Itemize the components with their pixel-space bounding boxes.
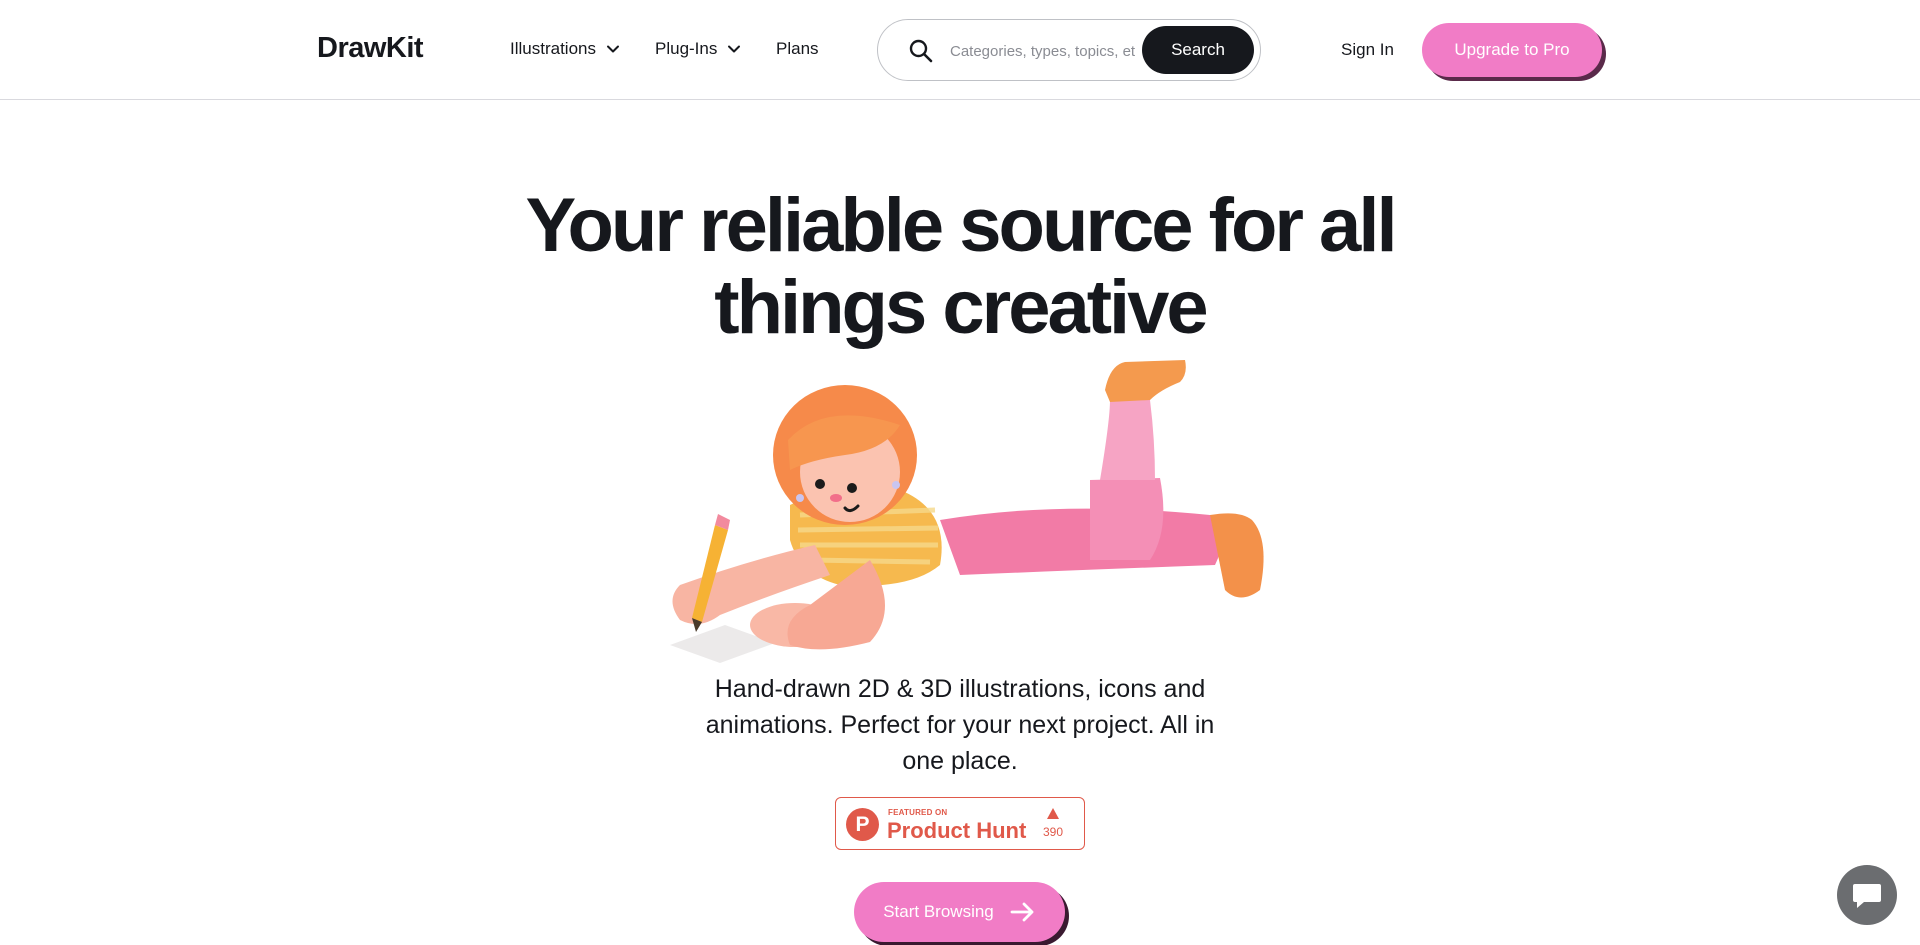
search-button[interactable]: Search — [1142, 26, 1254, 74]
chevron-down-icon — [728, 45, 741, 53]
search-icon — [909, 39, 933, 63]
chat-launcher-button[interactable] — [1837, 865, 1897, 925]
hero-title-line-2: things creative — [714, 265, 1208, 350]
chat-icon — [1853, 884, 1881, 908]
pants-lower-leg — [940, 508, 1222, 575]
site-header: DrawKit Illustrations Plug-Ins Plans Sea… — [0, 0, 1920, 100]
pants-raised-shin — [1100, 400, 1155, 480]
hero-title-line-1: Your reliable source for all — [525, 183, 1397, 268]
arrow-right-icon — [1010, 902, 1034, 922]
search-bar: Search — [877, 19, 1261, 81]
shoe-top — [1105, 360, 1186, 402]
product-hunt-vote-count: 390 — [1042, 825, 1064, 839]
hero-illustration — [670, 360, 1264, 663]
sign-in-link[interactable]: Sign In — [1341, 40, 1394, 60]
pants-raised-leg — [1090, 478, 1164, 560]
product-hunt-featured-label: FEATURED ON — [888, 808, 948, 817]
product-hunt-name: Product Hunt — [887, 818, 1027, 843]
search-input[interactable] — [950, 38, 1135, 64]
chevron-down-icon — [606, 45, 619, 53]
product-hunt-icon: P — [846, 808, 879, 841]
hero-title: Your reliable source for all things crea… — [0, 185, 1920, 349]
nav-illustrations[interactable]: Illustrations — [510, 39, 620, 59]
start-browsing-button[interactable]: Start Browsing — [854, 882, 1065, 942]
upgrade-to-pro-button[interactable]: Upgrade to Pro — [1422, 23, 1602, 77]
start-browsing-label: Start Browsing — [883, 902, 994, 921]
product-hunt-badge[interactable]: P FEATURED ON Product Hunt 390 — [835, 797, 1085, 850]
nav-plans[interactable]: Plans — [776, 39, 819, 59]
nav-label: Illustrations — [510, 39, 596, 58]
nav-label: Plans — [776, 39, 819, 58]
nav-plug-ins[interactable]: Plug-Ins — [655, 39, 741, 59]
hero-subtitle: Hand-drawn 2D & 3D illustrations, icons … — [705, 675, 1215, 775]
nav-label: Plug-Ins — [655, 39, 718, 58]
logo[interactable]: DrawKit — [317, 32, 424, 65]
triangle-up-icon — [1047, 808, 1059, 819]
